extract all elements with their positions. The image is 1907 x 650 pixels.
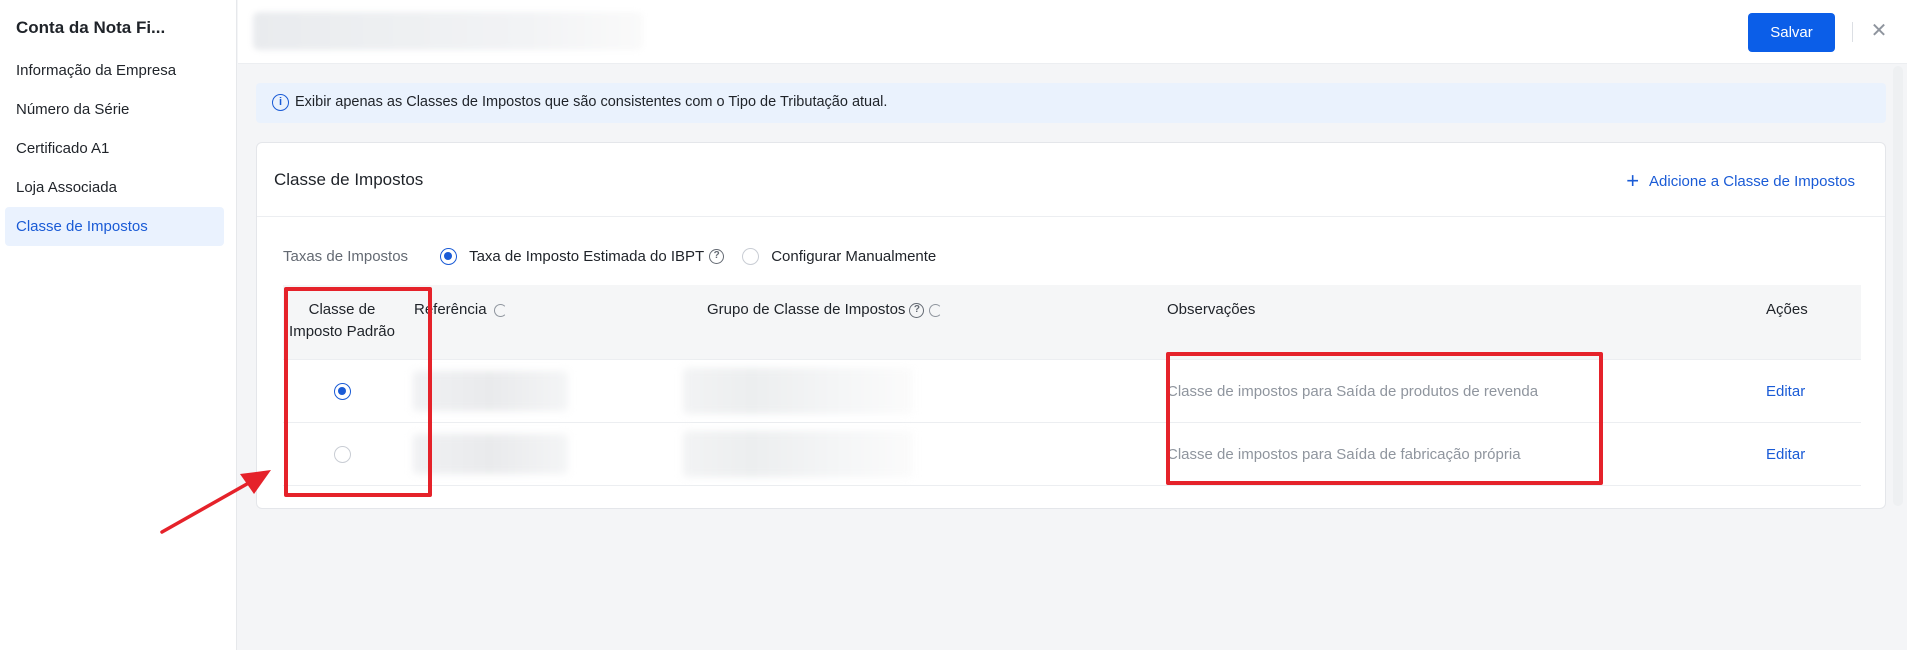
help-icon[interactable]: ? [909, 302, 925, 318]
info-icon: i [272, 94, 289, 111]
blurred-group [683, 431, 913, 477]
col-actions: Ações [1766, 301, 1808, 318]
sidebar-item-certificate[interactable]: Certificado A1 [5, 129, 224, 168]
group-cell [683, 423, 913, 485]
add-tax-class-label: Adicione a Classe de Impostos [1649, 172, 1855, 190]
default-radio[interactable] [333, 382, 351, 400]
scrollbar-thumb[interactable] [1893, 66, 1903, 506]
col-reference: Referência [414, 299, 507, 321]
col-group-label: Grupo de Classe de Impostos [707, 301, 906, 318]
manual-option[interactable]: Configurar Manualmente [742, 247, 937, 265]
info-banner: i Exibir apenas as Classes de Impostos q… [256, 83, 1886, 123]
table-row: Classe de impostos para Saída de produto… [283, 360, 1861, 423]
col-group: Grupo de Classe de Impostos ? [707, 299, 943, 321]
default-cell [283, 423, 401, 485]
tax-class-card: Classe de Impostos + Adicione a Classe d… [256, 142, 1886, 509]
sidebar-item-series-number[interactable]: Número da Série [5, 90, 224, 129]
col-reference-label: Referência [414, 301, 487, 318]
close-icon[interactable]: ✕ [1868, 18, 1890, 44]
blurred-group [683, 368, 913, 414]
manual-label: Configurar Manualmente [771, 247, 937, 265]
edit-link[interactable]: Editar [1766, 423, 1805, 485]
sidebar-item-tax-class[interactable]: Classe de Impostos [5, 207, 224, 246]
default-radio[interactable] [333, 445, 351, 463]
plus-icon: + [1626, 168, 1640, 193]
tax-rates-row: Taxas de Impostos Taxa de Imposto Estima… [283, 245, 954, 267]
save-button[interactable]: Salvar [1748, 13, 1835, 52]
blurred-reference [413, 371, 568, 411]
manual-radio[interactable] [742, 247, 760, 265]
reference-cell [413, 423, 568, 485]
sidebar-item-company-info[interactable]: Informação da Empresa [5, 51, 224, 90]
blurred-reference [413, 434, 568, 474]
table-row: Classe de impostos para Saída de fabrica… [283, 423, 1861, 486]
ibpt-label: Taxa de Imposto Estimada do IBPT [469, 247, 705, 265]
add-tax-class-button[interactable]: + Adicione a Classe de Impostos [1626, 169, 1855, 193]
table-header: Classe de Imposto Padrão Referência Grup… [283, 285, 1861, 360]
sidebar-title: Conta da Nota Fi... [16, 18, 166, 37]
info-text: Exibir apenas as Classes de Impostos que… [295, 94, 888, 110]
col-default: Classe de Imposto Padrão [289, 301, 395, 340]
observation-cell: Classe de impostos para Saída de produto… [1167, 382, 1539, 400]
sidebar: Conta da Nota Fi... Informação da Empres… [0, 0, 237, 650]
refresh-icon[interactable] [493, 303, 507, 317]
ibpt-option[interactable]: Taxa de Imposto Estimada do IBPT ? [440, 247, 725, 265]
card-divider [257, 216, 1885, 217]
ibpt-radio[interactable] [440, 247, 458, 265]
group-cell [683, 360, 913, 422]
tax-rates-label: Taxas de Impostos [283, 247, 409, 265]
help-icon[interactable]: ? [709, 248, 725, 264]
card-title: Classe de Impostos [274, 170, 424, 189]
refresh-icon[interactable] [929, 303, 943, 317]
header: Salvar ✕ [238, 0, 1907, 64]
col-observations: Observações [1167, 301, 1256, 318]
header-divider [1852, 22, 1853, 42]
sidebar-item-store[interactable]: Loja Associada [5, 168, 224, 207]
edit-link[interactable]: Editar [1766, 360, 1805, 422]
observation-cell: Classe de impostos para Saída de fabrica… [1167, 445, 1521, 463]
reference-cell [413, 360, 568, 422]
default-cell [283, 360, 401, 422]
blurred-title [253, 12, 643, 50]
